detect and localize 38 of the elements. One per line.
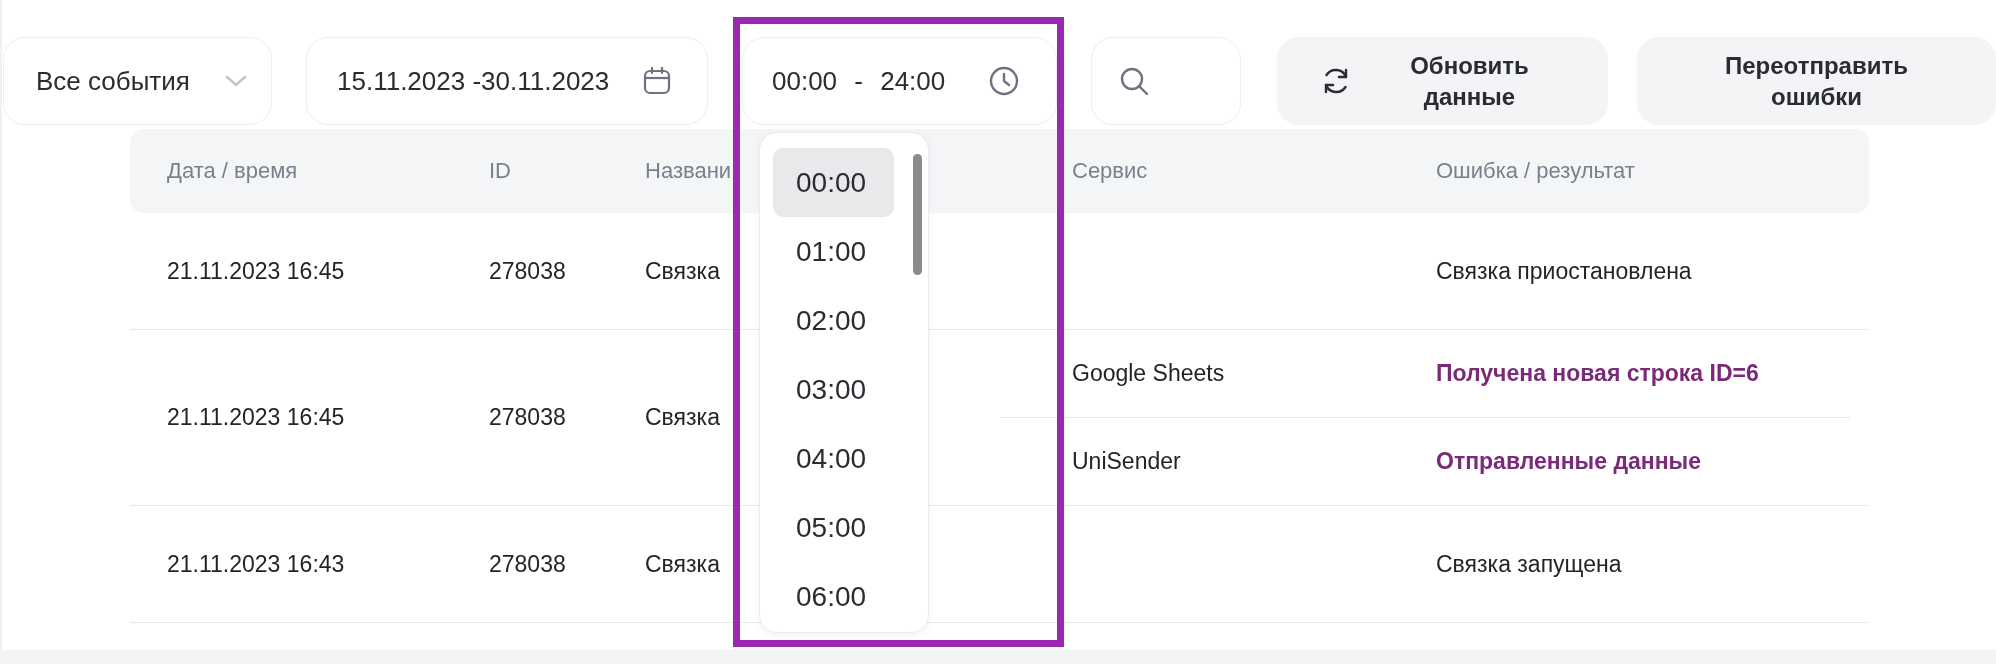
column-header: Сервис <box>1072 158 1148 184</box>
time-range-field[interactable]: 00:00 - 24:00 <box>742 37 1057 125</box>
result-link[interactable]: Получена новая строка ID=6 <box>1436 360 1759 387</box>
time-option[interactable]: 01:00 <box>773 217 894 286</box>
table-cell: UniSender <box>1072 448 1181 475</box>
column-header: ID <box>489 158 511 184</box>
search-icon <box>1119 66 1149 96</box>
column-header: Ошибка / результат <box>1436 158 1635 184</box>
table-cell: 278038 <box>489 404 566 431</box>
calendar-icon <box>643 67 671 95</box>
event-filter-dropdown[interactable]: Все события <box>3 37 272 125</box>
time-option[interactable]: 00:00 <box>773 148 894 217</box>
clock-icon <box>989 66 1019 96</box>
resend-errors-button[interactable]: Переотправить ошибки <box>1637 37 1996 125</box>
table-cell: Google Sheets <box>1072 360 1225 387</box>
result-link[interactable]: Отправленные данные <box>1436 448 1702 475</box>
table-cell: Связка <box>645 257 720 285</box>
table-cell: 21.11.2023 16:45 <box>167 404 345 431</box>
search-field[interactable] <box>1091 37 1241 125</box>
table-cell: 21.11.2023 16:43 <box>167 550 345 578</box>
table-cell: Связка <box>645 404 720 431</box>
table-cell: Связка запущена <box>1436 550 1622 578</box>
table-cell: Связка <box>645 550 720 578</box>
scrollbar-thumb[interactable] <box>913 154 922 275</box>
table-cell: 278038 <box>489 257 566 285</box>
table-cell: 278038 <box>489 550 566 578</box>
time-option[interactable]: 06:00 <box>773 562 894 631</box>
column-header: Дата / время <box>167 158 298 184</box>
column-header: Названи <box>645 158 732 184</box>
refresh-button[interactable]: Обновить данные <box>1277 37 1608 125</box>
date-range-field[interactable]: 15.11.2023 -30.11.2023 <box>306 37 708 125</box>
time-option[interactable]: 02:00 <box>773 286 894 355</box>
chevron-down-icon <box>225 75 247 87</box>
time-option[interactable]: 03:00 <box>773 355 894 424</box>
table-cell: Связка приостановлена <box>1436 257 1692 285</box>
time-option[interactable]: 05:00 <box>773 493 894 562</box>
table-cell: 21.11.2023 16:45 <box>167 257 345 285</box>
time-option[interactable]: 04:00 <box>773 424 894 493</box>
